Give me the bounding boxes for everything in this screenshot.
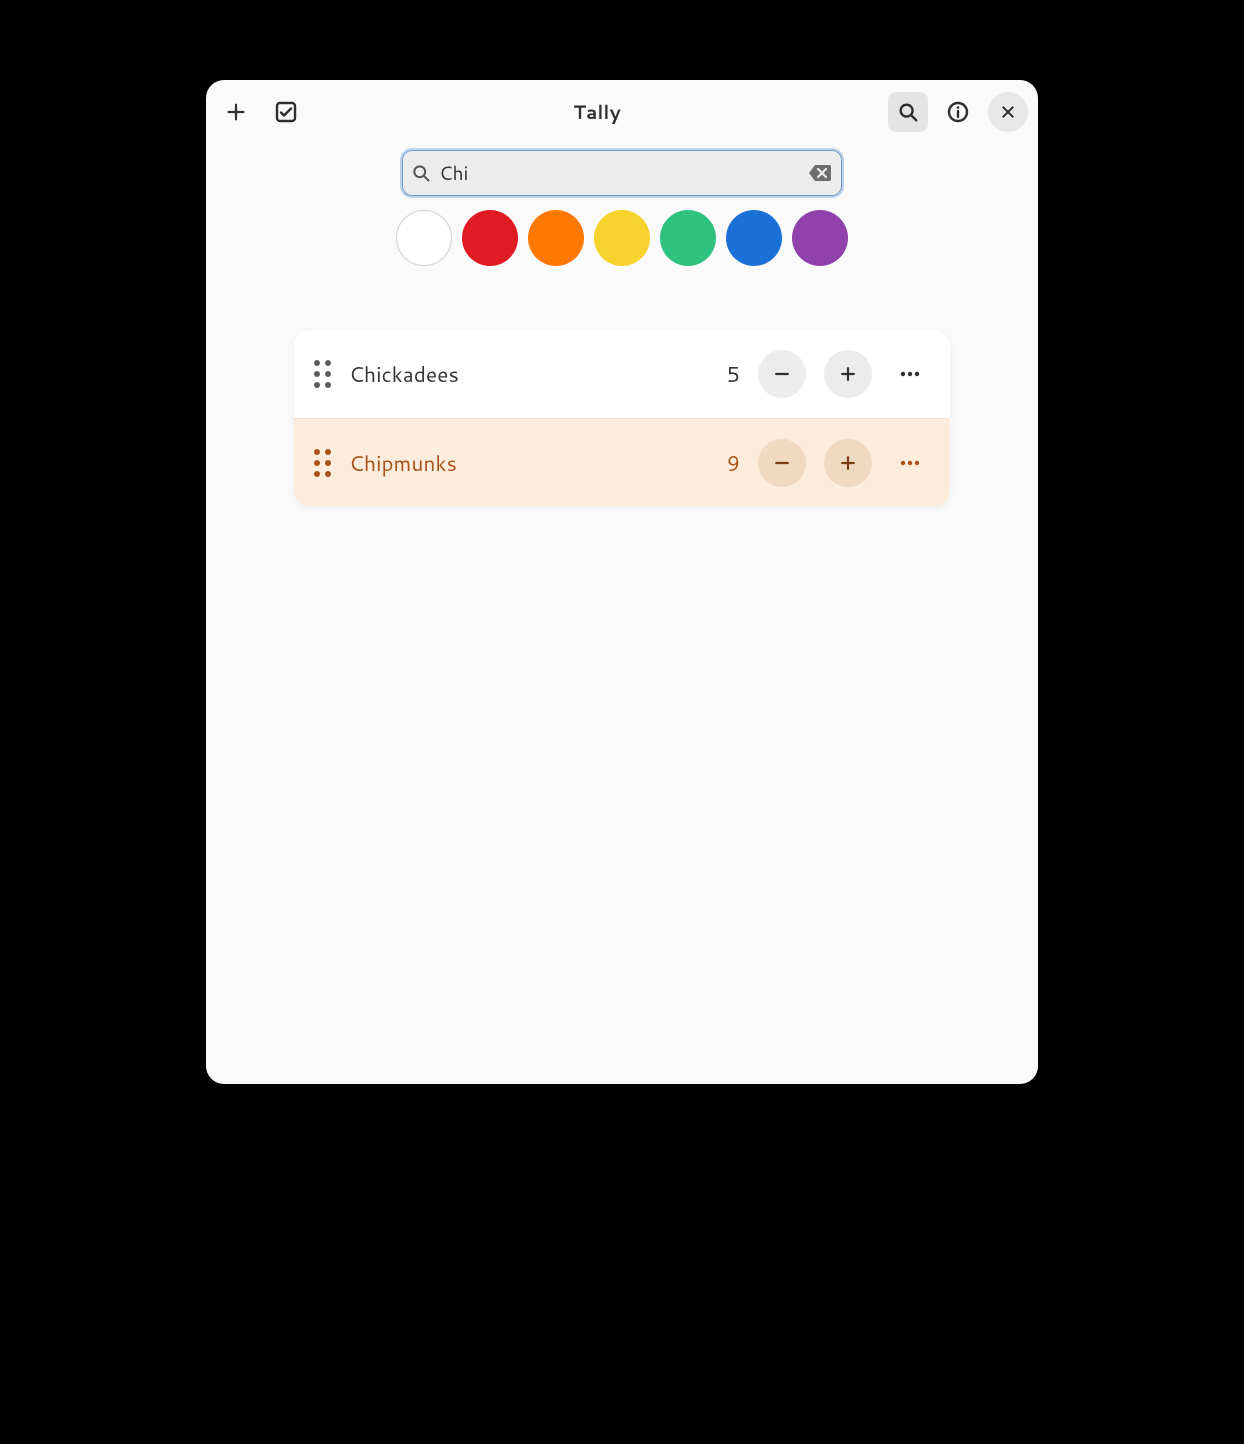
titlebar-left	[216, 92, 306, 132]
select-button[interactable]	[266, 92, 306, 132]
close-button[interactable]	[988, 92, 1028, 132]
app-window: Tally	[206, 80, 1038, 1084]
counter-row[interactable]: Chickadees 5	[294, 330, 950, 418]
search-icon	[897, 101, 919, 123]
more-button[interactable]	[890, 443, 930, 483]
plus-icon	[838, 453, 858, 473]
searchbar	[206, 144, 1038, 206]
search-button[interactable]	[888, 92, 928, 132]
more-button[interactable]	[890, 354, 930, 394]
titlebar: Tally	[206, 80, 1038, 144]
counter-name: Chipmunks	[349, 448, 698, 478]
increment-button[interactable]	[824, 439, 872, 487]
close-icon	[1000, 104, 1016, 120]
search-input[interactable]	[437, 159, 801, 188]
backspace-clear-icon	[807, 163, 833, 183]
color-swatch-orange[interactable]	[528, 210, 584, 266]
color-swatch-blue[interactable]	[726, 210, 782, 266]
app-title: Tally	[316, 99, 878, 126]
search-icon	[411, 163, 431, 183]
color-swatch-red[interactable]	[462, 210, 518, 266]
about-button[interactable]	[938, 92, 978, 132]
counter-value: 9	[716, 448, 740, 478]
color-swatch-green[interactable]	[660, 210, 716, 266]
color-swatch-purple[interactable]	[792, 210, 848, 266]
drag-handle-icon[interactable]	[314, 360, 331, 388]
main-content: Chickadees 5 Chipmunks 9	[206, 284, 1038, 506]
color-swatch-yellow[interactable]	[594, 210, 650, 266]
plus-icon	[225, 101, 247, 123]
titlebar-right	[888, 92, 1028, 132]
info-icon	[946, 100, 970, 124]
add-button[interactable]	[216, 92, 256, 132]
more-icon	[898, 451, 922, 475]
clear-search-button[interactable]	[807, 163, 833, 183]
counter-value: 5	[716, 359, 740, 389]
color-swatch-white[interactable]	[396, 210, 452, 266]
increment-button[interactable]	[824, 350, 872, 398]
drag-handle-icon[interactable]	[314, 449, 331, 477]
decrement-button[interactable]	[758, 350, 806, 398]
minus-icon	[772, 364, 792, 384]
plus-icon	[838, 364, 858, 384]
more-icon	[898, 362, 922, 386]
color-filter-row	[206, 206, 1038, 284]
minus-icon	[772, 453, 792, 473]
checkbox-icon	[274, 100, 298, 124]
counter-list: Chickadees 5 Chipmunks 9	[294, 330, 950, 506]
counter-row[interactable]: Chipmunks 9	[294, 418, 950, 506]
decrement-button[interactable]	[758, 439, 806, 487]
counter-name: Chickadees	[349, 359, 698, 389]
searchbox[interactable]	[402, 150, 842, 196]
